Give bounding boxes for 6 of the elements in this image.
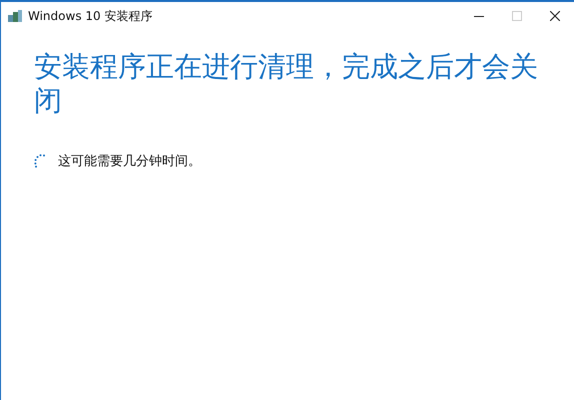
window-title: Windows 10 安装程序 bbox=[28, 8, 152, 24]
close-icon bbox=[550, 11, 560, 21]
heading: 安装程序正在进行清理，完成之后才会关闭 bbox=[34, 50, 539, 118]
status-text: 这可能需要几分钟时间。 bbox=[58, 153, 201, 170]
maximize-icon bbox=[512, 11, 522, 21]
app-icon bbox=[8, 10, 22, 22]
